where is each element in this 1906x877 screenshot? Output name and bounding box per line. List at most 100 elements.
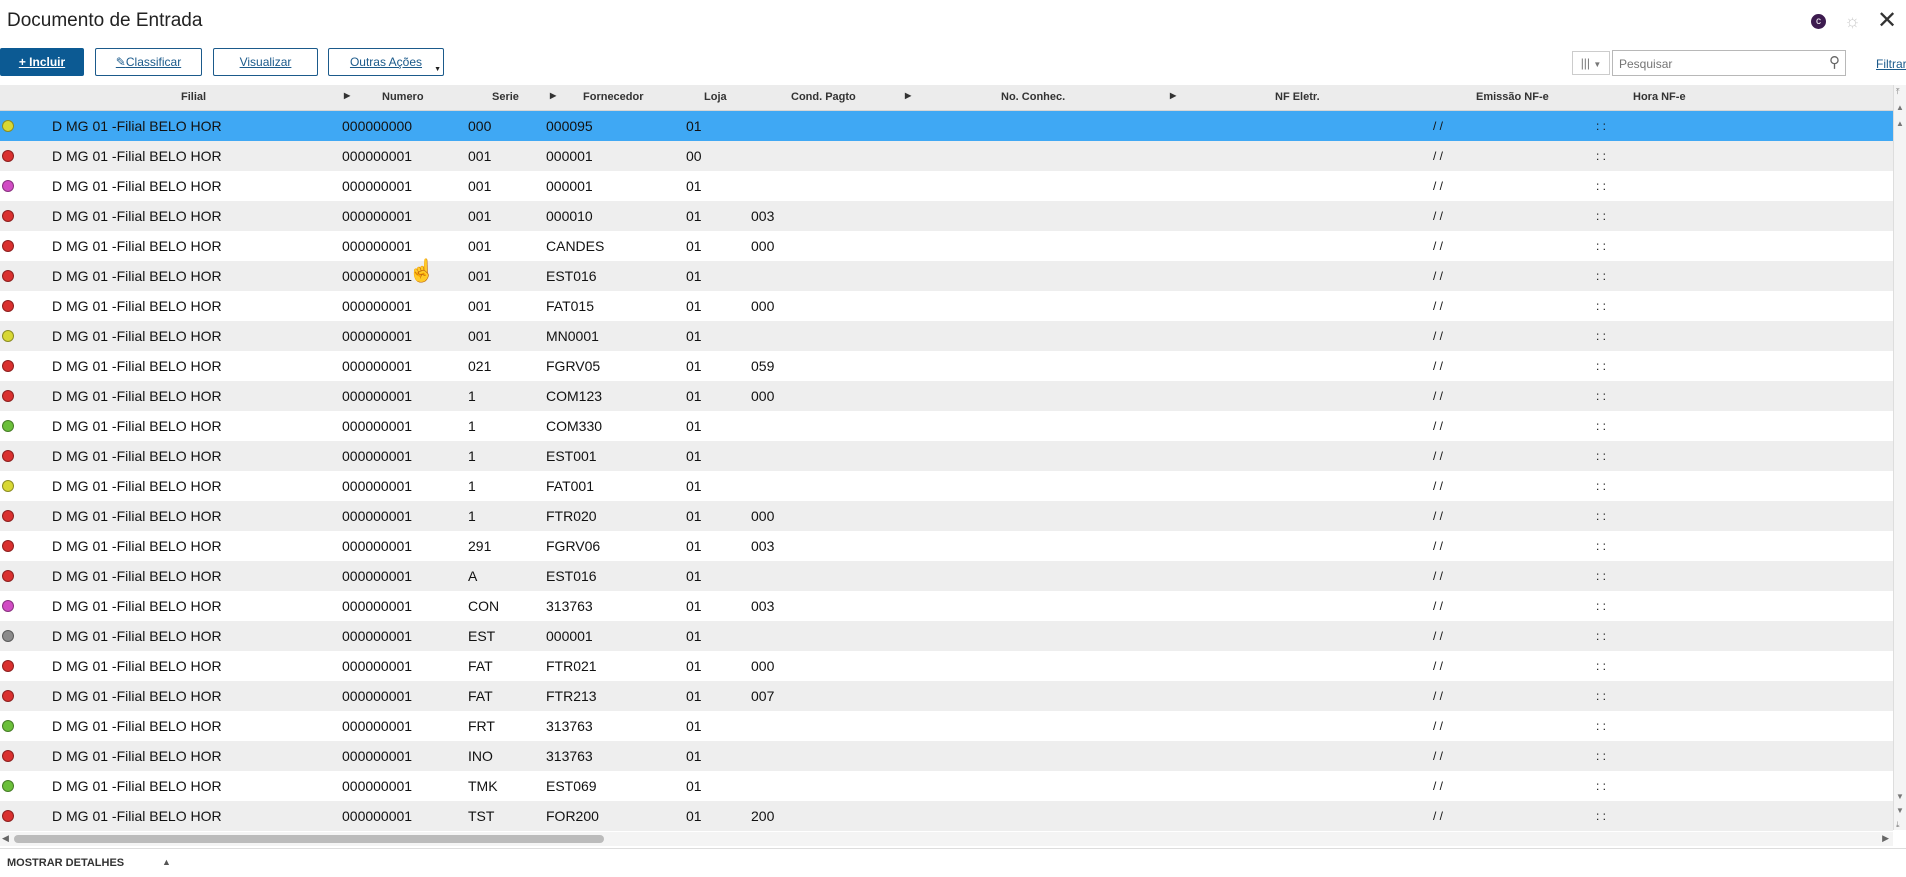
vertical-scrollbar[interactable]: ⤒ ▲ ▲ ▼ ▼ ⤓ [1893, 85, 1906, 830]
table-row[interactable]: D MG 01 -Filial BELO HOR 000000001 TMK EST0… [0, 771, 1893, 801]
table-row[interactable]: D MG 01 -Filial BELO HOR 000000001 021 FGRV… [0, 351, 1893, 381]
app-badge-icon[interactable]: c [1811, 14, 1826, 29]
scroll-right-icon[interactable]: ▶ [1882, 833, 1889, 844]
header-loja[interactable]: Loja [704, 91, 727, 103]
classify-button[interactable]: ✎Classificar [95, 48, 202, 76]
header-serie[interactable]: Serie [492, 91, 519, 103]
header-cond-pagto[interactable]: Cond. Pagto [791, 91, 856, 103]
header-nf-eletr[interactable]: NF Eletr. [1275, 91, 1320, 103]
status-legend-icon[interactable] [2, 780, 14, 792]
horizontal-scrollbar[interactable]: ◀ ▶ [0, 832, 1893, 846]
table-row[interactable]: D MG 01 -Filial BELO HOR 000000001 CON 3137… [0, 591, 1893, 621]
header-emissao-nfe[interactable]: Emissão NF-e [1476, 91, 1549, 103]
horizontal-scroll-thumb[interactable] [14, 835, 604, 843]
status-legend-icon[interactable] [2, 210, 14, 222]
cell-serie: 291 [468, 538, 492, 554]
column-expand-icon[interactable]: ▶ [550, 91, 556, 100]
table-row[interactable]: D MG 01 -Filial BELO HOR 000000001 FAT FTR0… [0, 651, 1893, 681]
cell-hora-nfe: : : [1596, 719, 1607, 733]
table-row[interactable]: D MG 01 -Filial BELO HOR 000000001 001 CAND… [0, 231, 1893, 261]
table-row[interactable]: D MG 01 -Filial BELO HOR 000000001 001 0000… [0, 141, 1893, 171]
status-legend-icon[interactable] [2, 720, 14, 732]
table-row[interactable]: D MG 01 -Filial BELO HOR 000000001 A EST016… [0, 561, 1893, 591]
table-row[interactable]: D MG 01 -Filial BELO HOR 000000001 EST 0000… [0, 621, 1893, 651]
table-row[interactable]: D MG 01 -Filial BELO HOR 000000001 INO 3137… [0, 741, 1893, 771]
status-legend-icon[interactable] [2, 510, 14, 522]
column-expand-icon[interactable]: ▶ [344, 91, 350, 100]
cell-numero: 000000001 [342, 628, 413, 644]
table-row[interactable]: D MG 01 -Filial BELO HOR 000000001 001 EST0… [0, 261, 1893, 291]
status-legend-icon[interactable] [2, 390, 14, 402]
close-icon[interactable]: ✕ [1877, 6, 1897, 35]
scroll-top-icon[interactable]: ⤒ [1896, 87, 1900, 97]
table-row[interactable]: D MG 01 -Filial BELO HOR 000000001 1 EST001… [0, 441, 1893, 471]
view-button[interactable]: Visualizar [213, 48, 318, 76]
header-filial[interactable]: Filial [181, 91, 206, 103]
table-row[interactable]: D MG 01 -Filial BELO HOR 000000001 FAT FTR2… [0, 681, 1893, 711]
table-row[interactable]: D MG 01 -Filial BELO HOR 000000001 001 0000… [0, 171, 1893, 201]
status-legend-icon[interactable] [2, 690, 14, 702]
status-legend-icon[interactable] [2, 360, 14, 372]
cell-emissao-nfe: / / [1433, 389, 1444, 403]
status-legend-icon[interactable] [2, 810, 14, 822]
cell-emissao-nfe: / / [1433, 809, 1444, 823]
scroll-down-icon[interactable]: ▼ [1896, 806, 1904, 815]
status-legend-icon[interactable] [2, 630, 14, 642]
status-legend-icon[interactable] [2, 450, 14, 462]
table-row[interactable]: D MG 01 -Filial BELO HOR 000000001 TST FOR2… [0, 801, 1893, 831]
search-input[interactable] [1617, 54, 1821, 74]
table-row[interactable]: D MG 01 -Filial BELO HOR 000000001 1 COM330… [0, 411, 1893, 441]
column-selector-button[interactable]: ||| ▼ [1572, 51, 1610, 75]
table-row[interactable]: D MG 01 -Filial BELO HOR 000000001 291 FGRV… [0, 531, 1893, 561]
header-no-conhec[interactable]: No. Conhec. [1001, 91, 1065, 103]
header-fornecedor[interactable]: Fornecedor [583, 91, 644, 103]
status-legend-icon[interactable] [2, 570, 14, 582]
table-row[interactable]: D MG 01 -Filial BELO HOR 000000001 001 0000… [0, 201, 1893, 231]
table-row[interactable]: D MG 01 -Filial BELO HOR 000000001 1 FTR020… [0, 501, 1893, 531]
filter-link[interactable]: Filtrar [1876, 57, 1906, 71]
status-legend-icon[interactable] [2, 120, 14, 132]
scroll-left-icon[interactable]: ◀ [2, 833, 9, 844]
include-button[interactable]: + Incluir [0, 48, 84, 76]
column-expand-icon[interactable]: ▶ [905, 91, 911, 100]
header-hora-nfe[interactable]: Hora NF-e [1633, 91, 1686, 103]
show-details-label[interactable]: MOSTRAR DETALHES [7, 857, 124, 869]
status-legend-icon[interactable] [2, 330, 14, 342]
search-icon[interactable]: ⚲ [1829, 53, 1840, 71]
chevron-up-icon[interactable]: ▲ [162, 857, 171, 867]
status-legend-icon[interactable] [2, 600, 14, 612]
header-numero[interactable]: Numero [382, 91, 424, 103]
table-row[interactable]: D MG 01 -Filial BELO HOR 000000001 1 FAT001… [0, 471, 1893, 501]
status-legend-icon[interactable] [2, 420, 14, 432]
cell-serie: 001 [468, 208, 492, 224]
cell-fornecedor: FOR200 [546, 808, 599, 824]
cell-numero: 000000001 [342, 328, 413, 344]
cell-emissao-nfe: / / [1433, 749, 1444, 763]
status-legend-icon[interactable] [2, 750, 14, 762]
table-row[interactable]: D MG 01 -Filial BELO HOR 000000000 000 0000… [0, 111, 1893, 141]
status-legend-icon[interactable] [2, 240, 14, 252]
scroll-up-icon[interactable]: ▲ [1896, 103, 1904, 112]
table-row[interactable]: D MG 01 -Filial BELO HOR 000000001 1 COM123… [0, 381, 1893, 411]
status-legend-icon[interactable] [2, 660, 14, 672]
gear-icon[interactable]: ☼ [1844, 11, 1861, 32]
cell-fornecedor: 313763 [546, 598, 593, 614]
status-legend-icon[interactable] [2, 480, 14, 492]
scroll-up-icon[interactable]: ▲ [1896, 119, 1904, 128]
status-legend-icon[interactable] [2, 270, 14, 282]
more-actions-button[interactable]: Outras Ações ▼ [328, 48, 444, 76]
cell-loja: 01 [686, 118, 702, 134]
cell-numero: 000000001 [342, 778, 413, 794]
table-row[interactable]: D MG 01 -Filial BELO HOR 000000001 001 FAT0… [0, 291, 1893, 321]
table-row[interactable]: D MG 01 -Filial BELO HOR 000000001 FRT 3137… [0, 711, 1893, 741]
status-legend-icon[interactable] [2, 150, 14, 162]
status-legend-icon[interactable] [2, 300, 14, 312]
status-legend-icon[interactable] [2, 540, 14, 552]
scroll-bottom-icon[interactable]: ⤓ [1896, 820, 1900, 830]
cell-fornecedor: 313763 [546, 748, 593, 764]
column-expand-icon[interactable]: ▶ [1170, 91, 1176, 100]
table-row[interactable]: D MG 01 -Filial BELO HOR 000000001 001 MN00… [0, 321, 1893, 351]
status-legend-icon[interactable] [2, 180, 14, 192]
scroll-down-icon[interactable]: ▼ [1896, 792, 1904, 801]
details-footer[interactable]: MOSTRAR DETALHES ▲ [0, 848, 1906, 877]
